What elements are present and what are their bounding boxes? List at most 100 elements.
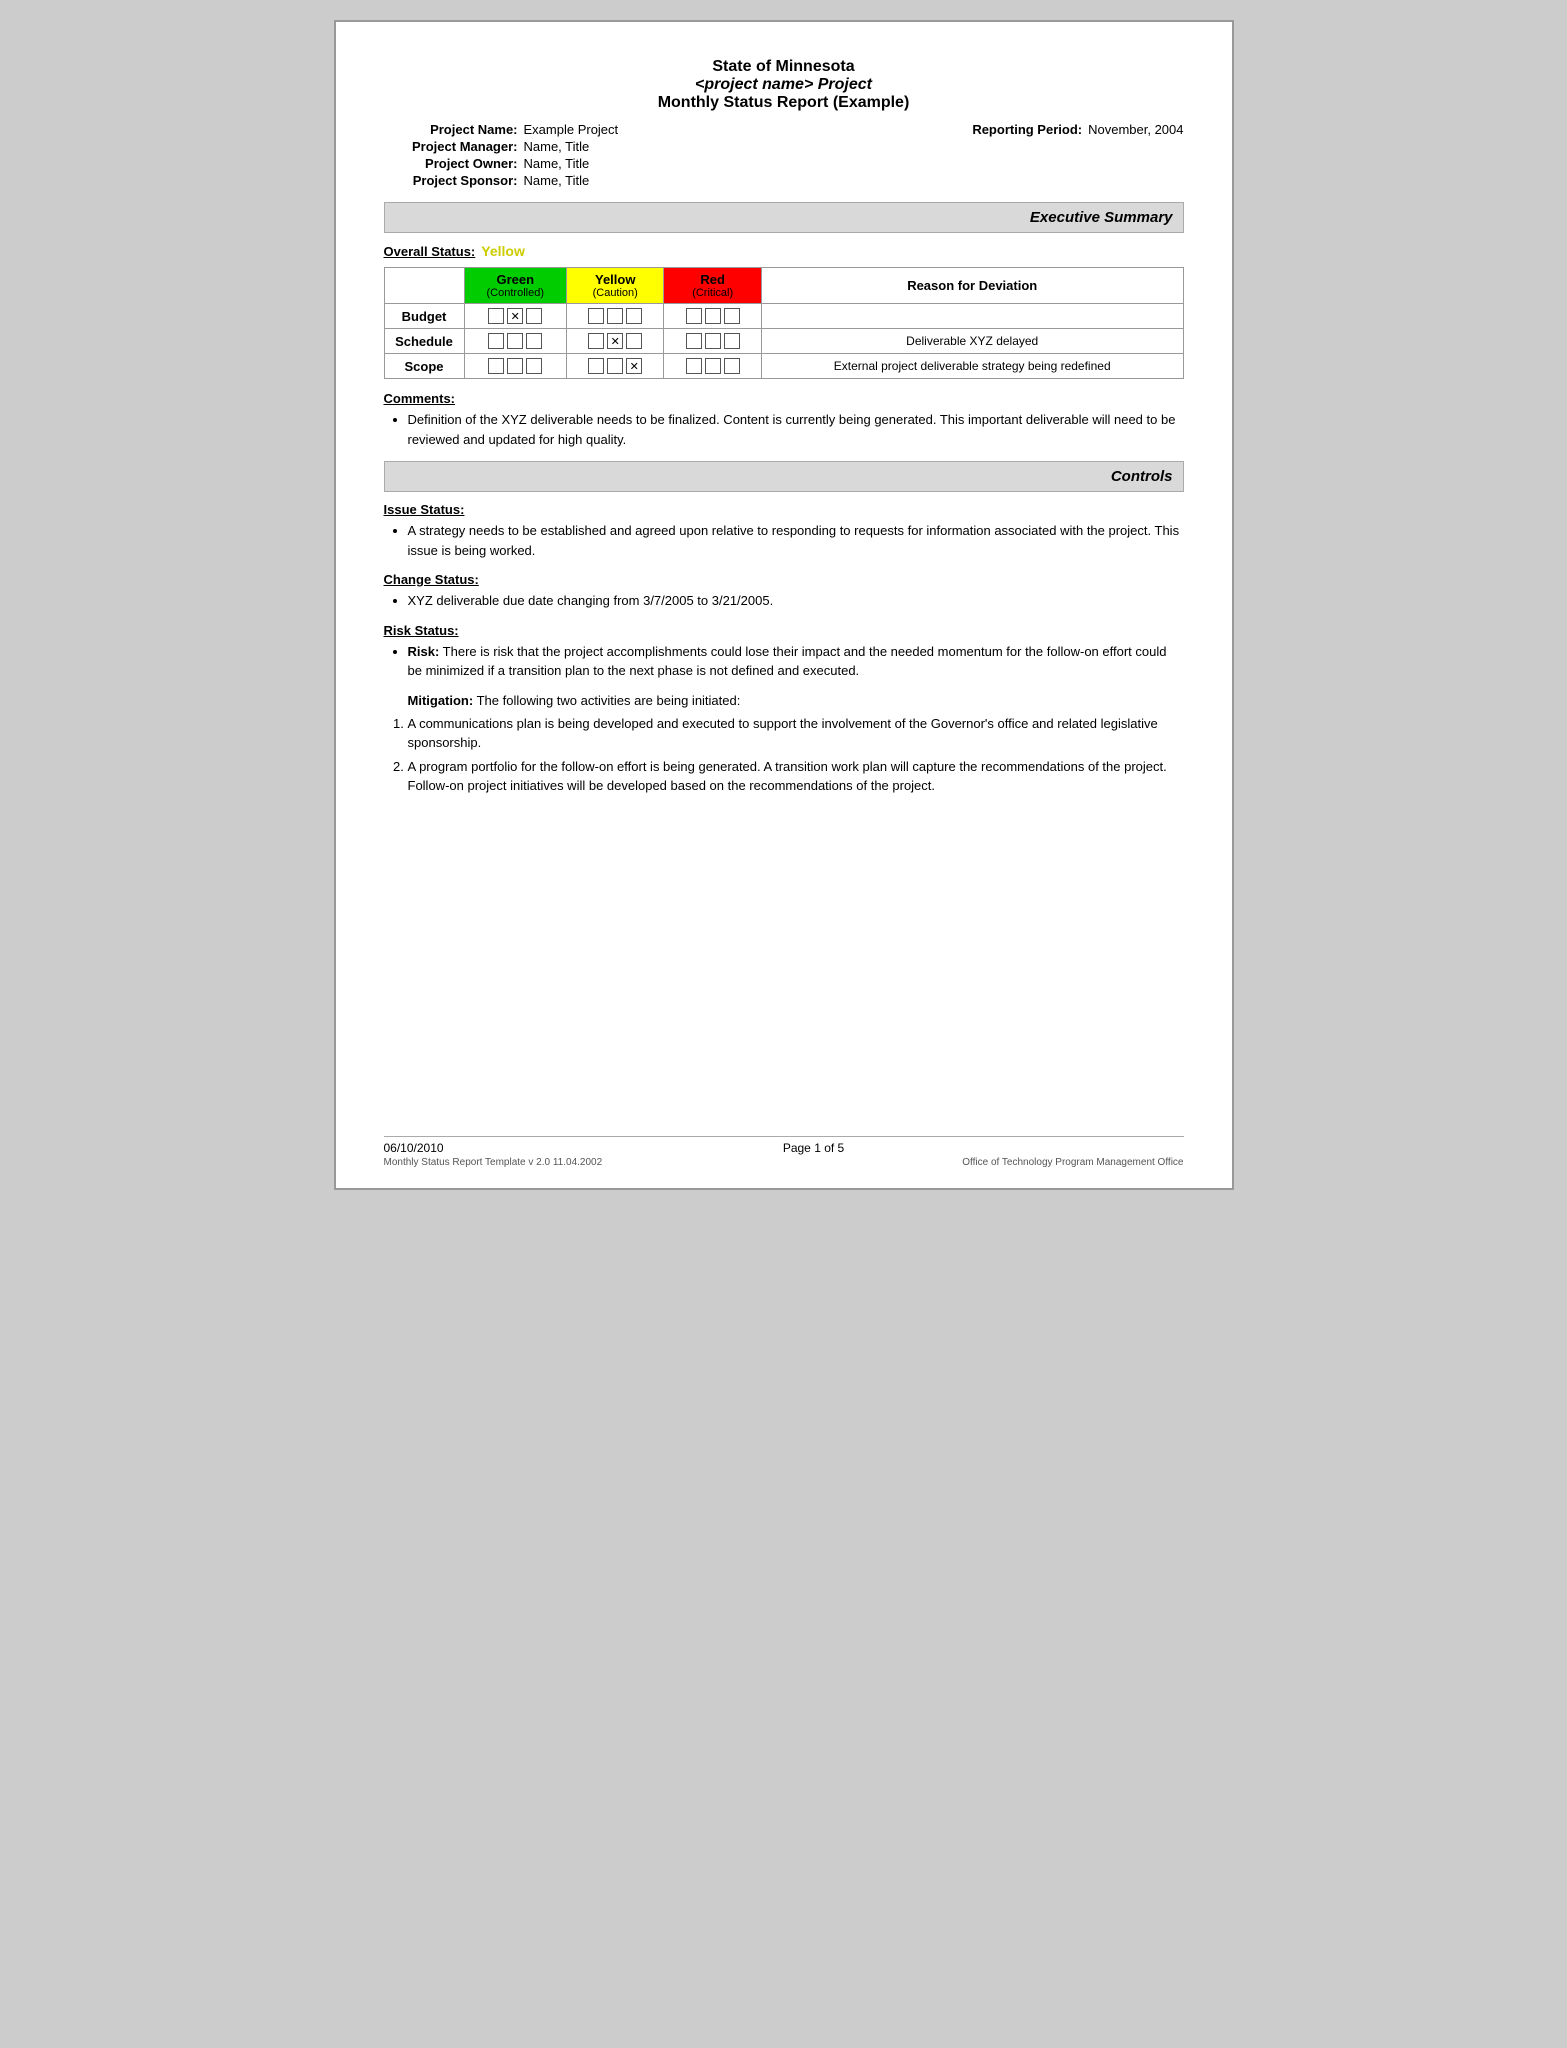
checkbox[interactable] (724, 358, 740, 374)
risk-status-label: Risk Status: (384, 623, 1184, 638)
th-green: Green (Controlled) (464, 268, 567, 304)
mitigation-label: Mitigation: (408, 693, 474, 708)
checkbox[interactable] (626, 333, 642, 349)
checkbox[interactable] (724, 308, 740, 324)
table-row-yellow (567, 329, 664, 354)
status-table: Green (Controlled) Yellow (Caution) Red … (384, 267, 1184, 379)
project-owner-row: Project Owner: Name, Title (384, 156, 619, 171)
controls-bar: Controls (384, 461, 1184, 492)
comments-list: Definition of the XYZ deliverable needs … (408, 410, 1184, 449)
checkbox[interactable] (705, 308, 721, 324)
checkbox[interactable] (507, 308, 523, 324)
footer-main: 06/10/2010 Page 1 of 5 (384, 1141, 1184, 1155)
th-deviation: Reason for Deviation (761, 268, 1183, 304)
table-row-red (664, 354, 761, 379)
red-label: Red (670, 272, 754, 287)
page: State of Minnesota <project name> Projec… (334, 20, 1234, 1190)
footer-page: Page 1 of 5 (783, 1141, 844, 1155)
project-manager-value: Name, Title (524, 139, 590, 154)
footer-sub: Monthly Status Report Template v 2.0 11.… (384, 1157, 1184, 1168)
checkbox[interactable] (588, 358, 604, 374)
deviation-cell (761, 304, 1183, 329)
table-row-green (464, 329, 567, 354)
project-sponsor-row: Project Sponsor: Name, Title (384, 173, 619, 188)
project-owner-label: Project Owner: (384, 156, 524, 171)
mitigation-row: Mitigation: The following two activities… (408, 693, 1184, 708)
executive-summary-bar: Executive Summary (384, 202, 1184, 233)
checkbox[interactable] (526, 308, 542, 324)
overall-status-value: Yellow (481, 243, 525, 259)
issue-item: A strategy needs to be established and a… (408, 521, 1184, 560)
checkbox[interactable] (607, 308, 623, 324)
checkbox[interactable] (526, 333, 542, 349)
deviation-cell: Deliverable XYZ delayed (761, 329, 1183, 354)
green-label: Green (471, 272, 561, 287)
project-manager-row: Project Manager: Name, Title (384, 139, 619, 154)
yellow-label: Yellow (573, 272, 657, 287)
green-sub: (Controlled) (471, 287, 561, 299)
comments-label: Comments: (384, 391, 1184, 406)
checkbox[interactable] (686, 333, 702, 349)
table-row-green (464, 354, 567, 379)
reporting-period-row: Reporting Period: November, 2004 (948, 122, 1183, 137)
checkbox[interactable] (686, 308, 702, 324)
checkbox[interactable] (507, 358, 523, 374)
footer-date: 06/10/2010 (384, 1141, 444, 1155)
checkbox[interactable] (686, 358, 702, 374)
table-row-red (664, 329, 761, 354)
project-info-left: Project Name: Example Project Project Ma… (384, 122, 619, 190)
project-name-value: Example Project (524, 122, 619, 137)
project-info: Project Name: Example Project Project Ma… (384, 122, 1184, 190)
checkbox[interactable] (588, 333, 604, 349)
project-info-right: Reporting Period: November, 2004 (948, 122, 1183, 139)
checkbox[interactable] (526, 358, 542, 374)
project-sponsor-value: Name, Title (524, 173, 590, 188)
change-item: XYZ deliverable due date changing from 3… (408, 591, 1184, 611)
footer-template-version: Monthly Status Report Template v 2.0 11.… (384, 1157, 603, 1168)
table-row-label: Schedule (384, 329, 464, 354)
checkbox[interactable] (488, 358, 504, 374)
project-sponsor-label: Project Sponsor: (384, 173, 524, 188)
checkbox[interactable] (488, 308, 504, 324)
mitigation-item: A communications plan is being developed… (408, 714, 1184, 753)
project-name-label: Project Name: (384, 122, 524, 137)
project-manager-label: Project Manager: (384, 139, 524, 154)
th-red: Red (Critical) (664, 268, 761, 304)
checkbox[interactable] (724, 333, 740, 349)
red-sub: (Critical) (670, 287, 754, 299)
yellow-sub: (Caution) (573, 287, 657, 299)
th-yellow: Yellow (Caution) (567, 268, 664, 304)
checkbox[interactable] (488, 333, 504, 349)
overall-status: Overall Status: Yellow (384, 243, 1184, 259)
checkbox[interactable] (626, 308, 642, 324)
reporting-period-value: November, 2004 (1088, 122, 1183, 137)
checkbox[interactable] (588, 308, 604, 324)
risk-item: Risk: There is risk that the project acc… (408, 642, 1184, 681)
change-status-label: Change Status: (384, 572, 1184, 587)
issue-list: A strategy needs to be established and a… (408, 521, 1184, 560)
table-row-yellow (567, 354, 664, 379)
mitigation-intro: The following two activities are being i… (473, 693, 740, 708)
footer: 06/10/2010 Page 1 of 5 Monthly Status Re… (384, 1136, 1184, 1168)
comment-item: Definition of the XYZ deliverable needs … (408, 410, 1184, 449)
mitigation-item: A program portfolio for the follow-on ef… (408, 757, 1184, 796)
deviation-cell: External project deliverable strategy be… (761, 354, 1183, 379)
checkbox[interactable] (607, 358, 623, 374)
risk-list: Risk: There is risk that the project acc… (408, 642, 1184, 681)
th-empty (384, 268, 464, 304)
executive-summary-label: Executive Summary (1030, 209, 1173, 226)
controls-label: Controls (1111, 468, 1173, 485)
table-row-red (664, 304, 761, 329)
table-row-label: Scope (384, 354, 464, 379)
checkbox[interactable] (626, 358, 642, 374)
project-owner-value: Name, Title (524, 156, 590, 171)
checkbox[interactable] (705, 358, 721, 374)
footer-line (384, 1136, 1184, 1137)
overall-status-label: Overall Status: (384, 244, 476, 259)
checkbox[interactable] (607, 333, 623, 349)
header-line3: Monthly Status Report (Example) (384, 94, 1184, 112)
checkbox[interactable] (507, 333, 523, 349)
header-line2: <project name> Project (384, 76, 1184, 94)
footer-office: Office of Technology Program Management … (962, 1157, 1183, 1168)
checkbox[interactable] (705, 333, 721, 349)
